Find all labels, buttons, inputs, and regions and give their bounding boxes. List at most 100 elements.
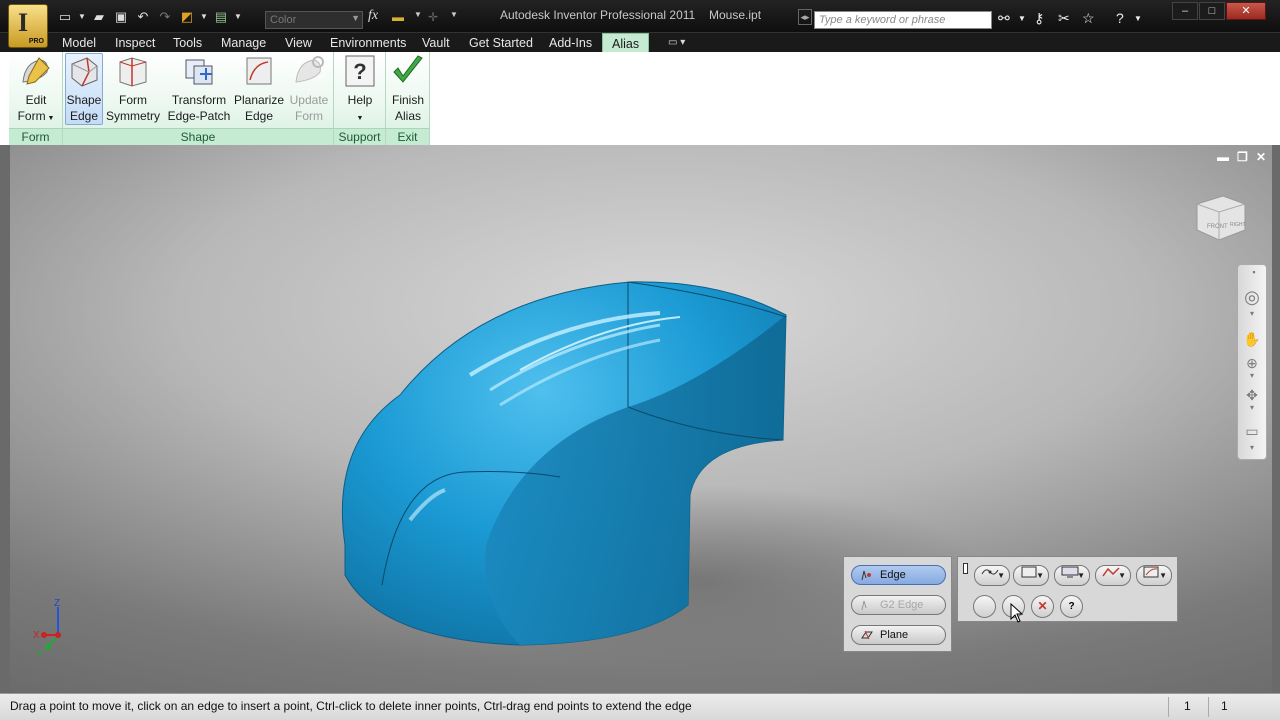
help-button[interactable]: ? Help ▼	[339, 54, 381, 126]
tab-inspect[interactable]: Inspect	[115, 36, 155, 50]
tab-model[interactable]: Model	[62, 36, 96, 50]
planarize-edge-button[interactable]: Planarize Edge	[233, 54, 285, 126]
open-folder-icon[interactable]: ▰	[90, 9, 108, 25]
chevron-down-icon[interactable]: ▾	[1243, 403, 1261, 421]
triad-y-label: Y	[36, 649, 43, 660]
panel-exit: Finish Alias Exit	[386, 52, 430, 145]
help-icon[interactable]: ?	[1060, 595, 1083, 618]
frame-button[interactable]: ▼	[1013, 565, 1049, 586]
fx-icon[interactable]: fx	[368, 8, 378, 24]
search-toggle-icon[interactable]: ◂▸	[798, 9, 812, 25]
dropdown-arrow-icon[interactable]: ▼	[1018, 14, 1026, 23]
display-button[interactable]: ▼	[1054, 565, 1090, 586]
ribbon: Edit Form ▼ Form Shape Edge Form Symmetr…	[0, 52, 1280, 145]
maximize-button[interactable]: □	[1199, 2, 1225, 20]
shape-edge-button[interactable]: Shape Edge	[65, 53, 103, 125]
form-symmetry-button[interactable]: Form Symmetry	[105, 54, 161, 126]
color-combo[interactable]: Color ▼	[265, 11, 363, 29]
select-icon[interactable]: ▤	[212, 9, 230, 25]
save-icon[interactable]: ▣	[112, 9, 130, 25]
application-menu-button[interactable]: I PRO	[8, 4, 48, 48]
search-input[interactable]: Type a keyword or phrase	[814, 11, 992, 29]
dropdown-arrow-icon[interactable]: ▼	[234, 9, 242, 25]
dropdown-arrow-icon[interactable]: ▼	[78, 9, 86, 25]
edge-curve-button[interactable]: ▼	[1095, 565, 1131, 586]
dropdown-arrow-icon[interactable]: ▼	[450, 10, 458, 19]
tab-tools[interactable]: Tools	[173, 36, 202, 50]
status-message: Drag a point to move it, click on an edg…	[10, 699, 692, 713]
shape-edge-label-1: Shape	[66, 93, 102, 107]
tab-view[interactable]: View	[285, 36, 312, 50]
viewcube[interactable]: FRONT RIGHT	[1193, 190, 1249, 246]
move-icon[interactable]: ✛	[428, 10, 438, 24]
return-icon[interactable]: ◩	[178, 9, 196, 25]
shape-edge-label-2: Edge	[69, 109, 99, 123]
update-form-label-2: Form	[295, 109, 323, 123]
panel-label-form: Form	[9, 128, 62, 145]
communication-center-icon[interactable]: ✂	[1058, 10, 1070, 27]
finish-alias-button[interactable]: Finish Alias	[388, 54, 428, 126]
cancel-icon[interactable]: ✕	[1031, 595, 1054, 618]
look-at-icon[interactable]: ▭	[1243, 423, 1261, 441]
chevron-down-icon: ▼	[1118, 571, 1126, 580]
pan-hand-icon[interactable]: ✋	[1243, 331, 1261, 349]
panel-label-shape: Shape	[63, 128, 333, 145]
chevron-down-icon[interactable]: ▾	[1243, 443, 1261, 461]
help-icon[interactable]: ?	[1116, 10, 1124, 26]
dropdown-arrow-icon[interactable]: ▼	[1134, 14, 1142, 23]
update-form-label-1: Update	[289, 93, 329, 107]
app-title: Autodesk Inventor Professional 2011	[500, 8, 696, 22]
edge-options-button[interactable]: ▼	[1136, 565, 1172, 586]
favorites-star-icon[interactable]: ☆	[1082, 10, 1095, 27]
quick-access-toolbar: ▭ ▼ ▰ ▣ ↶ ↷ ◩ ▼ ▤ ▼	[56, 9, 242, 25]
tab-environments[interactable]: Environments	[330, 36, 406, 50]
edge-mode-button[interactable]: Edge	[851, 565, 946, 585]
panel-shape: Shape Edge Form Symmetry Transform Edge-…	[63, 52, 334, 145]
measure-icon[interactable]: ▬	[392, 10, 404, 24]
status-divider	[1168, 697, 1169, 717]
tab-manage[interactable]: Manage	[221, 36, 266, 50]
tab-add-ins[interactable]: Add-Ins	[549, 36, 592, 50]
chevron-down-icon: ▼	[1077, 571, 1085, 580]
update-form-button[interactable]: Update Form	[285, 54, 333, 126]
viewcube-front-label: FRONT	[1207, 224, 1228, 230]
chevron-down-icon[interactable]: ▾	[1243, 309, 1261, 327]
tab-get-started[interactable]: Get Started	[469, 36, 533, 50]
plane-mode-label: Plane	[880, 629, 909, 641]
steering-wheel-icon[interactable]: ◎	[1243, 287, 1261, 307]
dropdown-arrow-icon[interactable]: ▼	[414, 10, 422, 19]
panel-form: Edit Form ▼ Form	[9, 52, 63, 145]
close-button[interactable]: ✕	[1226, 2, 1266, 20]
new-file-icon[interactable]: ▭	[56, 9, 74, 25]
transform-edge-patch-button[interactable]: Transform Edge-Patch	[166, 54, 232, 126]
ribbon-minimize-icon[interactable]: ▭ ▾	[668, 37, 685, 48]
viewport-close-icon[interactable]: ✕	[1256, 150, 1266, 164]
toolbar-grip[interactable]	[963, 563, 968, 574]
chevron-down-icon: ▼	[1159, 571, 1167, 580]
edit-form-button[interactable]: Edit Form ▼	[11, 54, 61, 126]
minimize-button[interactable]: –	[1172, 2, 1198, 20]
status-field-2: 1	[1221, 699, 1228, 713]
option-circle-button[interactable]	[973, 595, 996, 618]
subscription-key-icon[interactable]: ⚷	[1034, 10, 1044, 27]
pro-badge: PRO	[28, 38, 44, 45]
dropdown-arrow-icon[interactable]: ▼	[200, 9, 208, 25]
tab-vault[interactable]: Vault	[422, 36, 450, 50]
g2-edge-mode-button[interactable]: G2 Edge	[851, 595, 946, 615]
viewcube-right-label: RIGHT	[1230, 222, 1246, 228]
ribbon-tabs: Model Inspect Tools Manage View Environm…	[0, 32, 1280, 53]
edit-form-label-1: Edit	[25, 93, 47, 107]
transform-label-1: Transform	[171, 93, 227, 107]
undo-icon[interactable]: ↶	[134, 9, 152, 25]
curve-type-button[interactable]: ▼	[974, 565, 1010, 586]
panel-label-support: Support	[334, 128, 385, 145]
navbar-close-icon[interactable]: ▪	[1245, 267, 1263, 285]
redo-icon[interactable]: ↷	[156, 9, 174, 25]
chevron-down-icon: ▼	[351, 13, 360, 23]
plane-mode-button[interactable]: Plane	[851, 625, 946, 645]
tab-alias[interactable]: Alias	[602, 33, 650, 53]
viewport-minimize-icon[interactable]: ▬	[1217, 150, 1229, 164]
viewport-restore-icon[interactable]: ❐	[1237, 150, 1248, 164]
planarize-edge-icon	[246, 57, 272, 85]
binoculars-icon[interactable]: ⚯	[998, 10, 1010, 27]
